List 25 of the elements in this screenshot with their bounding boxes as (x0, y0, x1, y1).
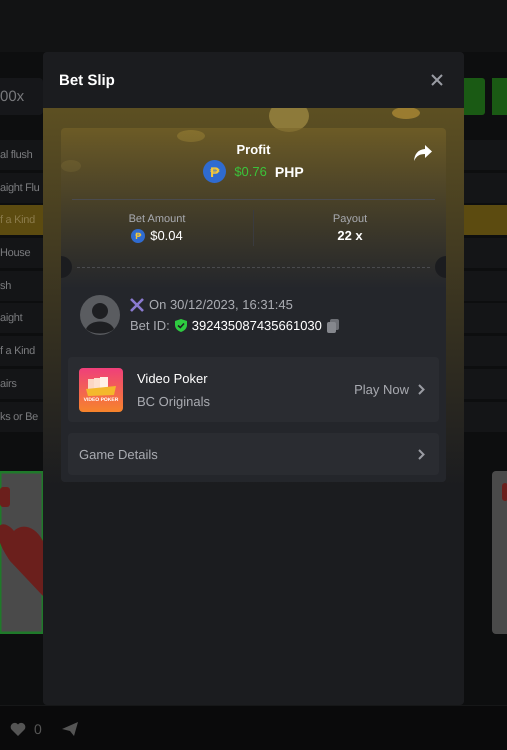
copy-icon[interactable] (326, 318, 339, 332)
chevron-right-icon (418, 448, 425, 460)
send-icon[interactable] (62, 722, 78, 736)
modal-title: Bet Slip (59, 72, 115, 88)
heart-icon[interactable] (10, 722, 26, 736)
share-icon[interactable] (414, 145, 432, 161)
profit-label: Profit (236, 142, 270, 157)
play-now-link[interactable]: Play Now (354, 382, 409, 397)
ticket-notch (61, 256, 72, 278)
bet-id-label: Bet ID: (130, 318, 170, 333)
chevron-right-icon (418, 384, 425, 395)
close-icon[interactable] (431, 74, 443, 86)
avatar (80, 295, 120, 335)
multiplier-field[interactable]: 00x (0, 78, 43, 115)
peso-coin-icon: ₱ (203, 160, 226, 183)
peso-coin-icon: ₱ (131, 228, 146, 242)
payout-label: Payout (332, 213, 368, 225)
shield-check-icon (174, 319, 187, 332)
bet-id-value: 392435087435661030 (192, 318, 322, 333)
game-details-row[interactable]: Game Details (68, 433, 439, 475)
bet-amount-label: Bet Amount (128, 213, 186, 225)
crossed-swords-icon (130, 298, 144, 312)
game-name: Video Poker (137, 370, 209, 386)
ticket-notch (435, 256, 446, 278)
like-count: 0 (34, 720, 42, 736)
